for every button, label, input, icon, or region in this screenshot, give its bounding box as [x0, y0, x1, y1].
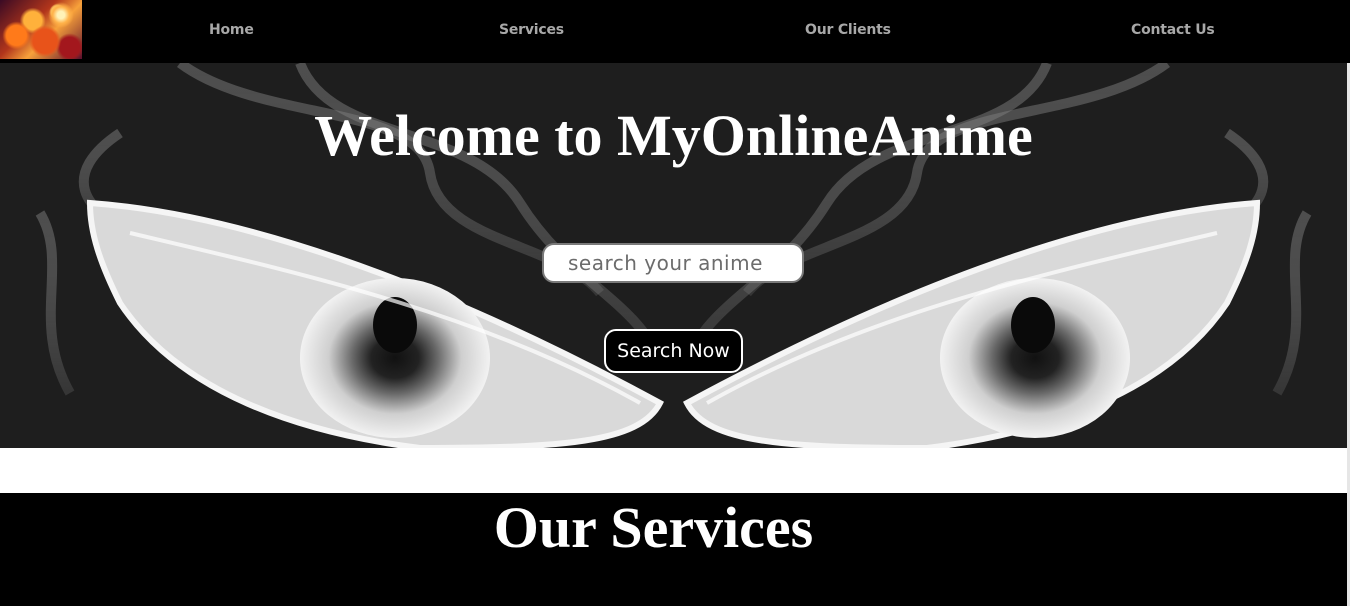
nav-link-home[interactable]: Home — [209, 22, 254, 42]
page: Home Services Our Clients Contact Us Wel… — [0, 0, 1350, 606]
nav-link-our-clients[interactable]: Our Clients — [805, 22, 891, 42]
anime-search-input[interactable] — [542, 243, 804, 283]
logo-glow — [48, 2, 74, 28]
search-now-button[interactable]: Search Now — [604, 329, 743, 373]
nav-link-services[interactable]: Services — [499, 22, 564, 42]
services-heading: Our Services — [493, 495, 814, 560]
nav-link-contact-us[interactable]: Contact Us — [1131, 22, 1215, 42]
services-section: Our Services — [0, 493, 1347, 606]
navbar: Home Services Our Clients Contact Us — [0, 0, 1350, 63]
section-divider — [0, 448, 1350, 493]
hero-banner: Welcome to MyOnlineAnime Search Now — [0, 63, 1347, 448]
hero-title: Welcome to MyOnlineAnime — [314, 103, 1033, 168]
anime-character-logo-icon[interactable] — [0, 0, 82, 59]
